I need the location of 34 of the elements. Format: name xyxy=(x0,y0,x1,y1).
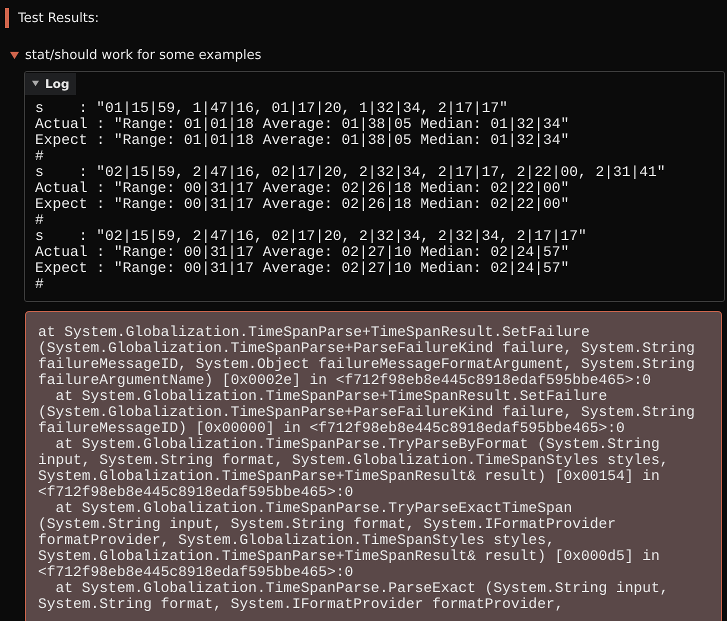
stack-trace-line: at System.Globalization.TimeSpanParse.TryParseByFormat (System.String xyxy=(54,436,661,452)
log-line: # xyxy=(35,276,45,292)
log-line: Expect : "Range: 01|01|18 Average: 01|38|05 Median: 01|32|34" xyxy=(35,132,570,148)
test-name[interactable]: stat/should work for some examples xyxy=(25,48,262,62)
stack-trace-line: formatProvider, System.Globalization.TimeSpanStyles styles, xyxy=(38,532,556,548)
log-line: Actual : "Range: 00|31|17 Average: 02|26|18 Median: 02|22|00" xyxy=(35,180,570,196)
log-line: Actual : "Range: 00|31|17 Average: 02|27|10 Median: 02|24|57" xyxy=(35,244,570,260)
accent-bar xyxy=(5,8,9,28)
stack-trace-line: input, System.String format, System.Globalization.TimeSpanStyles styles, xyxy=(38,452,670,468)
stack-trace-line: at System.Globalization.TimeSpanParse.ParseExact (System.String input, xyxy=(54,580,670,596)
log-line: Actual : "Range: 01|01|18 Average: 01|38|05 Median: 01|32|34" xyxy=(35,116,570,132)
stack-trace-line: System.Globalization.TimeSpanParse+TimeSpanResult& result) [0x00154] in xyxy=(38,468,661,484)
stack-trace-line: at System.Globalization.TimeSpanParse+TimeSpanResult.SetFailure xyxy=(38,324,591,340)
stack-trace-line: at System.Globalization.TimeSpanParse+TimeSpanResult.SetFailure xyxy=(54,388,608,404)
stack-trace-line: <f712f98eb8e445c8918edaf595bbe465>:0 xyxy=(38,484,354,500)
stack-trace-line: (System.String input, System.String format, System.IFormatProvider xyxy=(38,516,618,532)
stack-trace-line: (System.Globalization.TimeSpanParse+ParseFailureKind failure, System.String xyxy=(38,404,696,420)
stack-trace-line: System.Globalization.TimeSpanParse+TimeSpanResult& result) [0x000d5] in xyxy=(38,548,661,564)
stack-trace-line: <f712f98eb8e445c8918edaf595bbe465>:0 xyxy=(38,564,354,580)
stack-trace-line: failureMessageID) [0x00000] in <f712f98eb8e445c8918edaf595bbe465>:0 xyxy=(38,420,626,436)
log-line: s : "02|15|59, 2|47|16, 02|17|20, 2|32|34, 2|17|17, 2|22|00, 2|31|41" xyxy=(35,164,667,180)
log-line: s : "01|15|59, 1|47|16, 01|17|20, 1|32|34, 2|17|17" xyxy=(35,100,509,116)
log-line: # xyxy=(35,212,45,228)
log-line: Expect : "Range: 00|31|17 Average: 02|27|10 Median: 02|24|57" xyxy=(35,260,570,276)
stack-trace-line: failureMessageID, System.Object failureMessageFormatArgument, System.String xyxy=(38,356,696,372)
log-line: # xyxy=(35,148,45,164)
stack-trace-line: at System.Globalization.TimeSpanParse.TryParseExactTimeSpan xyxy=(54,500,574,516)
stack-trace-line: System.String format, System.IFormatProvider formatProvider, xyxy=(38,596,564,612)
log-line: Expect : "Range: 00|31|17 Average: 02|26|18 Median: 02|22|00" xyxy=(35,196,570,212)
stack-trace-line: failureArgumentName) [0x0002e] in <f712f98eb8e445c8918edaf595bbe465>:0 xyxy=(38,372,652,388)
log-toggle[interactable]: Log xyxy=(25,72,76,94)
stack-trace-line: (System.Globalization.TimeSpanParse+ParseFailureKind failure, System.String xyxy=(38,340,696,356)
log-line: s : "02|15|59, 2|47|16, 02|17|20, 2|32|34, 2|32|34, 2|17|17" xyxy=(35,228,588,244)
section-title: Test Results: xyxy=(18,10,100,26)
